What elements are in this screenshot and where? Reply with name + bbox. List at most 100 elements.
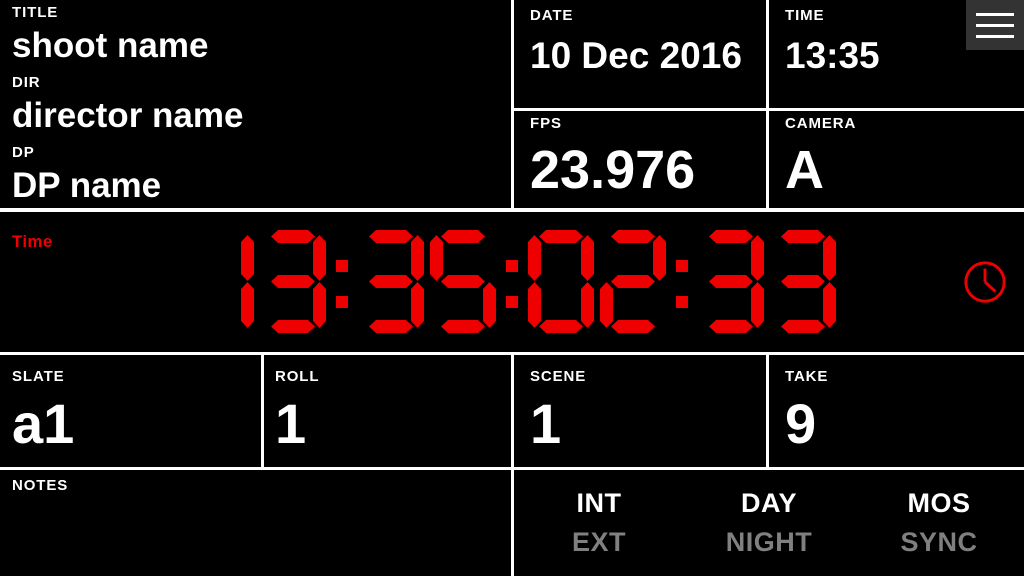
timecode-region[interactable]: Time xyxy=(0,212,1024,352)
segment-c xyxy=(581,282,594,328)
menu-line-1 xyxy=(976,12,1014,16)
toggle-group-mos: MOS SYNC xyxy=(854,490,1024,556)
header-horizontal-divider xyxy=(511,108,1024,111)
dp-field[interactable]: DP DP name xyxy=(12,145,507,207)
camera-label: CAMERA xyxy=(785,116,857,132)
segment-f xyxy=(528,235,541,281)
segment-g xyxy=(781,275,825,288)
segment-g xyxy=(441,275,485,288)
segment-g xyxy=(611,275,655,288)
segment-c xyxy=(823,282,836,328)
segment-d xyxy=(781,320,825,333)
colon-dot-bottom xyxy=(676,296,688,308)
colon-dot-bottom xyxy=(506,296,518,308)
timecode-display[interactable] xyxy=(0,212,1024,352)
time-field[interactable]: TIME 13:35 xyxy=(785,8,960,104)
segment-b xyxy=(653,235,666,281)
segment-b xyxy=(581,235,594,281)
digital-slate-app: TITLE shoot name DIR director name DP DP… xyxy=(0,0,1024,576)
slate-label: SLATE xyxy=(12,369,65,385)
slate-field[interactable]: SLATE a1 xyxy=(12,369,252,465)
director-value: director name xyxy=(12,96,244,135)
segment-d xyxy=(369,320,413,333)
segment-c xyxy=(751,282,764,328)
dp-label: DP xyxy=(12,145,35,161)
segment-a xyxy=(441,230,485,243)
time-label: TIME xyxy=(785,8,825,24)
roll-value: 1 xyxy=(275,392,307,455)
toggle-option-day[interactable]: DAY xyxy=(741,490,797,517)
camera-field[interactable]: CAMERA A xyxy=(785,116,1015,206)
scene-field[interactable]: SCENE 1 xyxy=(530,369,755,465)
segment-b xyxy=(313,235,326,281)
timecode-colon xyxy=(329,230,355,334)
timecode-digit xyxy=(358,230,424,334)
fps-field[interactable]: FPS 23.976 xyxy=(530,116,760,206)
scene-value: 1 xyxy=(530,392,562,455)
timecode-colon xyxy=(499,230,525,334)
notes-field[interactable]: NOTES xyxy=(12,478,492,570)
segment-c xyxy=(411,282,424,328)
scene-take-divider xyxy=(766,355,769,467)
segment-a xyxy=(709,230,753,243)
take-field[interactable]: TAKE 9 xyxy=(785,369,1010,465)
header-region: TITLE shoot name DIR director name DP DP… xyxy=(0,0,1024,212)
segment-b xyxy=(411,235,424,281)
colon-dot-bottom xyxy=(336,296,348,308)
fps-value: 23.976 xyxy=(530,140,696,200)
segment-e xyxy=(528,282,541,328)
toggle-group-day: DAY NIGHT xyxy=(684,490,854,556)
colon-dot-top xyxy=(676,260,688,272)
segment-d xyxy=(611,320,655,333)
segment-d xyxy=(441,320,485,333)
segment-a xyxy=(271,230,315,243)
toggle-option-int[interactable]: INT xyxy=(577,490,622,517)
toggle-group-int: INT EXT xyxy=(514,490,684,556)
time-value: 13:35 xyxy=(785,35,880,76)
shot-toggles-group: INT EXT DAY NIGHT MOS SYNC xyxy=(514,470,1024,576)
toggle-option-ext[interactable]: EXT xyxy=(572,529,626,556)
take-value: 9 xyxy=(785,392,817,455)
segment-g xyxy=(709,275,753,288)
segment-c xyxy=(313,282,326,328)
segment-f xyxy=(430,235,443,281)
segment-b xyxy=(241,235,254,281)
segment-a xyxy=(611,230,655,243)
timecode-digit xyxy=(600,230,666,334)
title-value: shoot name xyxy=(12,26,209,65)
toggle-option-mos[interactable]: MOS xyxy=(907,490,970,517)
date-value: 10 Dec 2016 xyxy=(530,35,742,76)
segment-b xyxy=(823,235,836,281)
segment-c xyxy=(483,282,496,328)
scene-label: SCENE xyxy=(530,369,587,385)
segment-d xyxy=(271,320,315,333)
menu-line-2 xyxy=(976,23,1014,27)
title-label: TITLE xyxy=(12,5,59,21)
roll-scene-divider xyxy=(511,355,514,467)
dp-value: DP name xyxy=(12,166,162,205)
title-field[interactable]: TITLE shoot name xyxy=(12,5,507,73)
timecode-digit xyxy=(528,230,594,334)
take-label: TAKE xyxy=(785,369,829,385)
clock-icon[interactable] xyxy=(962,259,1008,305)
colon-dot-top xyxy=(506,260,518,272)
segment-a xyxy=(781,230,825,243)
director-field[interactable]: DIR director name xyxy=(12,75,507,143)
slate-row: SLATE a1 ROLL 1 SCENE 1 TAKE 9 xyxy=(0,355,1024,467)
date-label: DATE xyxy=(530,8,574,24)
roll-field[interactable]: ROLL 1 xyxy=(275,369,500,465)
segment-a xyxy=(539,230,583,243)
hamburger-menu-icon[interactable] xyxy=(966,0,1024,50)
timecode-digit xyxy=(260,230,326,334)
header-vertical-divider-right xyxy=(766,0,769,208)
segment-g xyxy=(271,275,315,288)
toggle-option-sync[interactable]: SYNC xyxy=(900,529,977,556)
header-vertical-divider-left xyxy=(511,0,514,208)
segment-b xyxy=(751,235,764,281)
toggle-option-night[interactable]: NIGHT xyxy=(726,529,813,556)
timecode-digit xyxy=(188,230,254,334)
segment-a xyxy=(369,230,413,243)
notes-label: NOTES xyxy=(12,478,69,494)
timecode-digit xyxy=(430,230,496,334)
date-field[interactable]: DATE 10 Dec 2016 xyxy=(530,8,760,104)
